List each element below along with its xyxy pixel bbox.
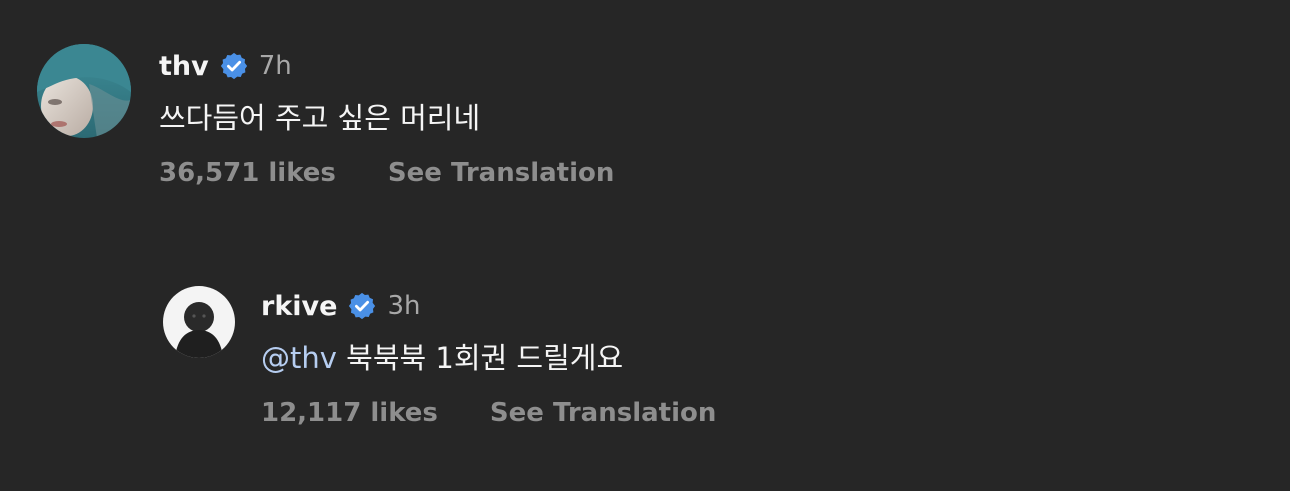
likes-count[interactable]: 36,571 likes — [159, 158, 336, 188]
avatar[interactable] — [163, 286, 235, 358]
verified-badge-icon — [349, 292, 376, 320]
mention-link[interactable]: @thv — [261, 341, 337, 375]
likes-count[interactable]: 12,117 likes — [261, 398, 438, 428]
comment-text-body: 북북북 1회권 드릴게요 — [346, 341, 624, 375]
comment-text: 쓰다듬어 주고 싶은 머리네 — [159, 101, 481, 135]
username[interactable]: rkive — [261, 291, 337, 322]
username[interactable]: thv — [159, 51, 209, 82]
profile-photo-icon — [37, 44, 131, 138]
see-translation-button[interactable]: See Translation — [490, 398, 716, 428]
timestamp: 3h — [387, 291, 421, 321]
verified-badge-icon — [220, 52, 247, 80]
profile-photo-icon — [163, 286, 235, 358]
see-translation-button[interactable]: See Translation — [388, 158, 614, 188]
comment-text: @thv 북북북 1회권 드릴게요 — [261, 338, 716, 378]
timestamp: 7h — [258, 51, 292, 81]
avatar[interactable] — [37, 44, 131, 138]
